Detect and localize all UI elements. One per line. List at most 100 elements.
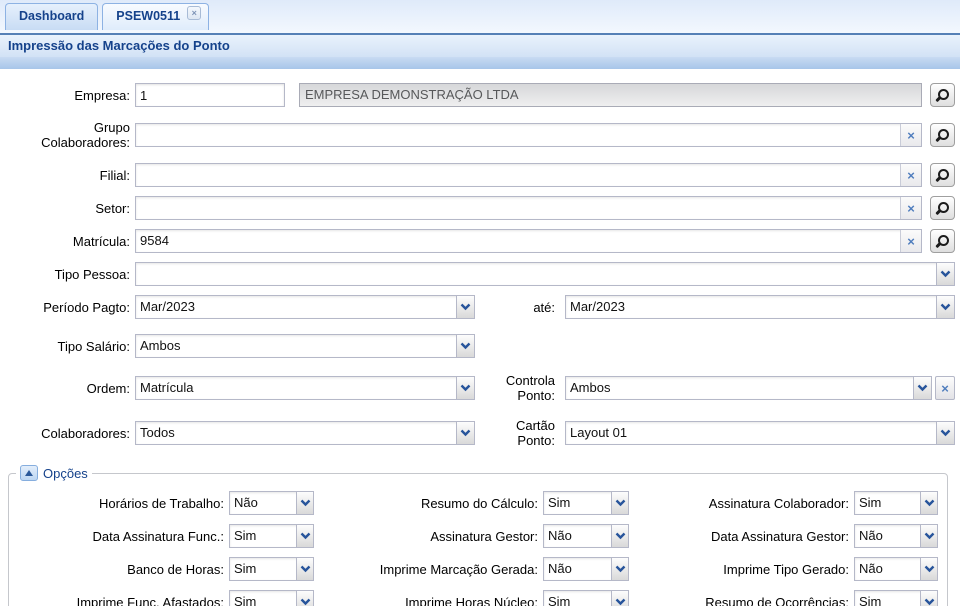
chevron-down-icon[interactable] <box>611 558 628 580</box>
resumo-do-calculo-combo[interactable]: Sim <box>543 491 629 515</box>
ordem-combo[interactable]: Matrícula <box>135 376 475 400</box>
tipo-pessoa-combo[interactable] <box>135 262 955 286</box>
data-assinatura-gestor-combo[interactable]: Não <box>854 524 938 548</box>
colaboradores-combo[interactable]: Todos <box>135 421 475 445</box>
imprime-func-afastados-value: Sim <box>230 591 296 606</box>
empresa-label: Empresa: <box>0 88 135 103</box>
ate-value: Mar/2023 <box>566 296 936 318</box>
chevron-down-icon[interactable] <box>456 335 474 357</box>
assinatura-colaborador-value: Sim <box>855 492 920 514</box>
assinatura-gestor-value: Não <box>544 525 611 547</box>
tipo-salario-combo[interactable]: Ambos <box>135 334 475 358</box>
setor-field[interactable]: × <box>135 196 922 220</box>
horarios-de-trabalho-combo[interactable]: Não <box>229 491 314 515</box>
imprime-horas-nucleo-combo[interactable]: Sim <box>543 590 629 606</box>
ate-label: até: <box>475 300 560 315</box>
tab-bar: Dashboard PSEW0511 × <box>0 0 960 33</box>
row-setor: Setor: × <box>0 196 955 220</box>
clear-icon[interactable]: × <box>900 230 921 252</box>
periodo-pagto-combo[interactable]: Mar/2023 <box>135 295 475 319</box>
empresa-name-display: EMPRESA DEMONSTRAÇÃO LTDA <box>299 83 922 107</box>
colaboradores-label: Colaboradores: <box>0 426 135 441</box>
chevron-down-icon[interactable] <box>936 263 954 285</box>
search-icon <box>936 235 949 248</box>
row-empresa: Empresa: EMPRESA DEMONSTRAÇÃO LTDA <box>0 83 955 107</box>
row-matricula: Matrícula: 9584 × <box>0 229 955 253</box>
chevron-down-icon[interactable] <box>456 422 474 444</box>
controla-ponto-clear-button[interactable]: × <box>935 376 955 400</box>
ordem-value: Matrícula <box>136 377 456 399</box>
imprime-marcacao-gerada-value: Não <box>544 558 611 580</box>
clear-icon[interactable]: × <box>900 197 921 219</box>
collapse-button[interactable] <box>20 465 38 481</box>
imprime-horas-nucleo-value: Sim <box>544 591 611 606</box>
periodo-pagto-value: Mar/2023 <box>136 296 456 318</box>
resumo-de-ocorrencias-combo[interactable]: Sim <box>854 590 938 606</box>
tipo-salario-label: Tipo Salário: <box>0 339 135 354</box>
chevron-down-icon[interactable] <box>920 558 937 580</box>
empresa-search-button[interactable] <box>930 83 955 107</box>
chevron-down-icon[interactable] <box>611 591 628 606</box>
assinatura-gestor-combo[interactable]: Não <box>543 524 629 548</box>
controla-ponto-combo[interactable]: Ambos <box>565 376 932 400</box>
filial-value <box>136 164 900 186</box>
data-assinatura-gestor-label: Data Assinatura Gestor: <box>634 529 849 544</box>
tab-dashboard[interactable]: Dashboard <box>5 3 98 30</box>
search-icon <box>936 89 949 102</box>
data-assinatura-func-combo[interactable]: Sim <box>229 524 314 548</box>
setor-search-button[interactable] <box>930 196 955 220</box>
horarios-de-trabalho-value: Não <box>230 492 296 514</box>
chevron-down-icon[interactable] <box>920 492 937 514</box>
chevron-down-icon[interactable] <box>296 591 313 606</box>
chevron-down-icon[interactable] <box>936 422 954 444</box>
clear-icon[interactable]: × <box>900 164 921 186</box>
grupo-colaboradores-search-button[interactable] <box>930 123 955 147</box>
setor-value <box>136 197 900 219</box>
row-periodo-pagto: Período Pagto: Mar/2023 até: Mar/2023 <box>0 295 955 319</box>
chevron-down-icon[interactable] <box>913 377 931 399</box>
imprime-func-afastados-combo[interactable]: Sim <box>229 590 314 606</box>
row-grupo-colaboradores: Grupo Colaboradores: × <box>0 120 955 150</box>
matricula-field[interactable]: 9584 × <box>135 229 922 253</box>
chevron-down-icon[interactable] <box>936 296 954 318</box>
tipo-salario-value: Ambos <box>136 335 456 357</box>
opcoes-legend-label: Opções <box>43 466 88 481</box>
imprime-tipo-gerado-label: Imprime Tipo Gerado: <box>634 562 849 577</box>
banco-de-horas-combo[interactable]: Sim <box>229 557 314 581</box>
row-colaboradores: Colaboradores: Todos Cartão Ponto: Layou… <box>0 418 955 448</box>
imprime-tipo-gerado-value: Não <box>855 558 920 580</box>
chevron-down-icon[interactable] <box>296 558 313 580</box>
colaboradores-value: Todos <box>136 422 456 444</box>
chevron-down-icon[interactable] <box>456 296 474 318</box>
filial-field[interactable]: × <box>135 163 922 187</box>
data-assinatura-func-value: Sim <box>230 525 296 547</box>
chevron-down-icon[interactable] <box>611 525 628 547</box>
chevron-down-icon[interactable] <box>456 377 474 399</box>
data-assinatura-func-label: Data Assinatura Func.: <box>15 529 224 544</box>
chevron-down-icon[interactable] <box>611 492 628 514</box>
filial-label: Filial: <box>0 168 135 183</box>
data-assinatura-gestor-value: Não <box>855 525 920 547</box>
resumo-do-calculo-label: Resumo do Cálculo: <box>319 496 538 511</box>
chevron-down-icon[interactable] <box>920 525 937 547</box>
tab-psew0511-label: PSEW0511 <box>116 4 180 29</box>
filial-search-button[interactable] <box>930 163 955 187</box>
tab-psew0511[interactable]: PSEW0511 × <box>102 3 209 30</box>
imprime-marcacao-gerada-combo[interactable]: Não <box>543 557 629 581</box>
empresa-code-input[interactable] <box>135 83 285 107</box>
grupo-colaboradores-field[interactable]: × <box>135 123 922 147</box>
chevron-down-icon[interactable] <box>296 525 313 547</box>
assinatura-colaborador-label: Assinatura Colaborador: <box>634 496 849 511</box>
tab-close-icon[interactable]: × <box>187 6 201 20</box>
assinatura-colaborador-combo[interactable]: Sim <box>854 491 938 515</box>
resumo-do-calculo-value: Sim <box>544 492 611 514</box>
cartao-ponto-combo[interactable]: Layout 01 <box>565 421 955 445</box>
chevron-down-icon[interactable] <box>920 591 937 606</box>
imprime-tipo-gerado-combo[interactable]: Não <box>854 557 938 581</box>
ate-combo[interactable]: Mar/2023 <box>565 295 955 319</box>
clear-icon[interactable]: × <box>900 124 921 146</box>
chevron-down-icon[interactable] <box>296 492 313 514</box>
matricula-search-button[interactable] <box>930 229 955 253</box>
banco-de-horas-value: Sim <box>230 558 296 580</box>
tab-dashboard-label: Dashboard <box>19 4 84 29</box>
